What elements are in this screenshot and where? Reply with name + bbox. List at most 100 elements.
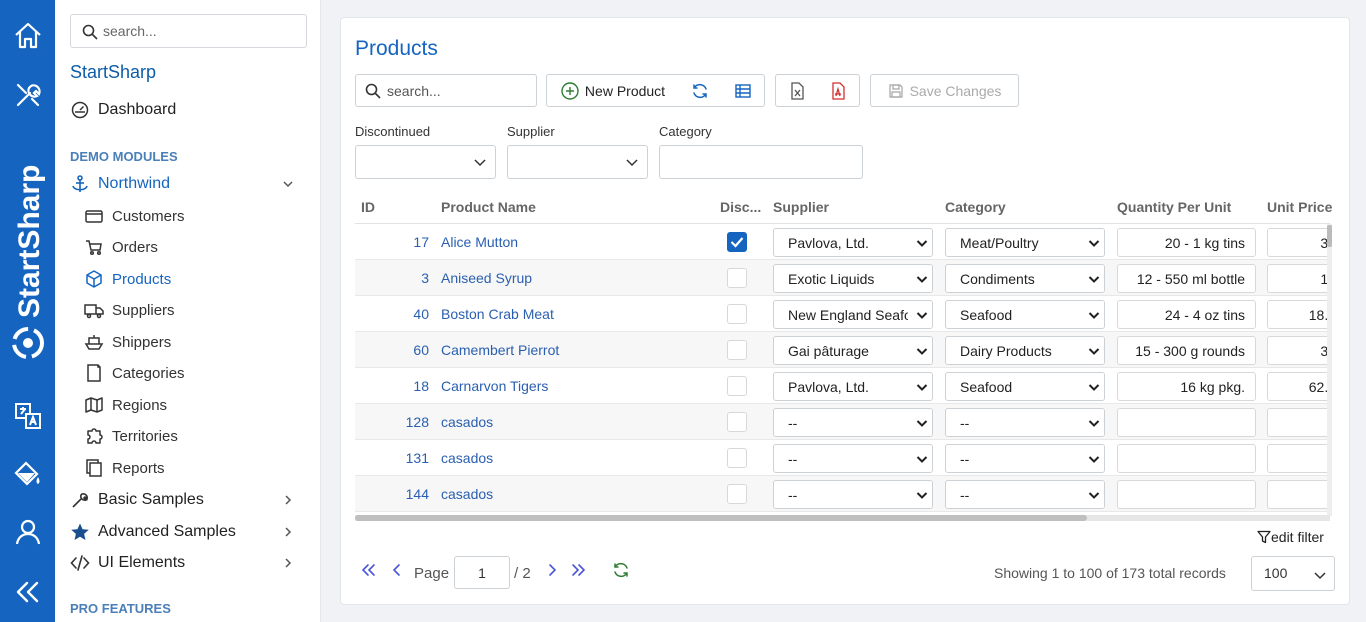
- filter-category-input[interactable]: [659, 145, 863, 179]
- row-category-select[interactable]: Meat/Poultry: [945, 228, 1105, 257]
- row-category-select[interactable]: --: [945, 480, 1105, 509]
- row-quantity-input[interactable]: 12 - 550 ml bottle: [1117, 264, 1256, 293]
- row-product-name-link[interactable]: Aniseed Syrup: [441, 270, 532, 286]
- table-row[interactable]: 128 casados -- --: [355, 404, 1330, 440]
- table-row[interactable]: 40 Boston Crab Meat New England Seafood Ca…: [355, 296, 1330, 332]
- excel-export-button[interactable]: [775, 74, 818, 107]
- row-id[interactable]: 18: [355, 378, 429, 394]
- prev-page-icon[interactable]: [389, 562, 405, 578]
- row-discontinued-checkbox[interactable]: [727, 304, 747, 324]
- table-row[interactable]: 131 casados -- --: [355, 440, 1330, 476]
- row-discontinued-checkbox[interactable]: [727, 484, 747, 504]
- nav-basic-samples[interactable]: Basic Samples: [70, 488, 306, 512]
- row-product-name-link[interactable]: casados: [441, 486, 493, 502]
- sidebar-item-suppliers[interactable]: Suppliers: [84, 299, 175, 321]
- row-category-select[interactable]: Seafood: [945, 300, 1105, 329]
- nav-northwind[interactable]: Northwind: [70, 172, 306, 196]
- row-product-name-link[interactable]: Boston Crab Meat: [441, 306, 554, 322]
- page-number-input[interactable]: 1: [454, 556, 510, 589]
- pdf-export-button[interactable]: [817, 74, 860, 107]
- sidebar-item-orders[interactable]: Orders: [84, 236, 158, 258]
- tools-icon[interactable]: [12, 79, 44, 111]
- row-id[interactable]: 128: [355, 414, 429, 430]
- vertical-scroll-thumb[interactable]: [1327, 225, 1332, 247]
- row-unit-price-input[interactable]: [1267, 408, 1330, 437]
- sidebar-item-categories[interactable]: Categories: [84, 362, 185, 384]
- nav-dashboard[interactable]: Dashboard: [70, 98, 176, 122]
- column-header-category[interactable]: Category: [945, 199, 1006, 215]
- refresh-button[interactable]: [679, 74, 722, 107]
- sidebar-item-products[interactable]: Products: [84, 268, 171, 290]
- nav-ui-elements[interactable]: UI Elements: [70, 551, 306, 575]
- sidebar-item-shippers[interactable]: Shippers: [84, 331, 171, 353]
- last-page-icon[interactable]: [571, 562, 587, 578]
- row-unit-price-input[interactable]: [1267, 444, 1330, 473]
- column-picker-button[interactable]: [721, 74, 765, 107]
- row-id[interactable]: 60: [355, 342, 429, 358]
- sidebar-item-reports[interactable]: Reports: [84, 457, 165, 479]
- row-product-name-link[interactable]: Carnarvon Tigers: [441, 378, 548, 394]
- paint-bucket-icon[interactable]: [12, 458, 44, 490]
- row-discontinued-checkbox[interactable]: [727, 268, 747, 288]
- page-size-select[interactable]: 100: [1251, 556, 1335, 591]
- edit-filter-link[interactable]: edit filter: [1257, 529, 1324, 545]
- translate-icon[interactable]: [12, 400, 44, 432]
- row-id[interactable]: 131: [355, 450, 429, 466]
- row-supplier-select[interactable]: Gai pâturage: [773, 336, 933, 365]
- row-unit-price-input[interactable]: 39: [1267, 228, 1330, 257]
- row-supplier-select[interactable]: --: [773, 444, 933, 473]
- row-category-select[interactable]: Condiments: [945, 264, 1105, 293]
- column-header-unit-price[interactable]: Unit Price: [1267, 199, 1336, 215]
- sidebar-item-regions[interactable]: Regions: [84, 394, 167, 416]
- column-header-discontinued[interactable]: Disc...: [720, 199, 764, 215]
- user-icon[interactable]: [12, 516, 44, 548]
- row-quantity-input[interactable]: [1117, 408, 1256, 437]
- row-discontinued-checkbox[interactable]: [727, 340, 747, 360]
- row-supplier-select[interactable]: Pavlova, Ltd.: [773, 228, 933, 257]
- row-product-name-link[interactable]: casados: [441, 414, 493, 430]
- column-header-product-name[interactable]: Product Name: [441, 199, 536, 215]
- next-page-icon[interactable]: [544, 562, 560, 578]
- row-id[interactable]: 17: [355, 234, 429, 250]
- row-product-name-link[interactable]: casados: [441, 450, 493, 466]
- column-header-id[interactable]: ID: [361, 199, 375, 215]
- row-discontinued-checkbox[interactable]: [727, 376, 747, 396]
- home-icon[interactable]: [12, 20, 44, 52]
- row-discontinued-checkbox[interactable]: [727, 448, 747, 468]
- row-quantity-input[interactable]: 20 - 1 kg tins: [1117, 228, 1256, 257]
- sidebar-search-input[interactable]: [103, 21, 298, 41]
- table-row[interactable]: 3 Aniseed Syrup Exotic Liquids Condiments 12…: [355, 260, 1330, 296]
- collapse-icon[interactable]: [12, 576, 44, 608]
- nav-advanced-samples[interactable]: Advanced Samples: [70, 520, 306, 544]
- save-changes-button[interactable]: Save Changes: [870, 74, 1019, 107]
- filter-discontinued-select[interactable]: [355, 145, 496, 179]
- row-quantity-input[interactable]: [1117, 480, 1256, 509]
- row-quantity-input[interactable]: 16 kg pkg.: [1117, 372, 1256, 401]
- table-row[interactable]: 60 Camembert Pierrot Gai pâturage Dairy Pro…: [355, 332, 1330, 368]
- row-category-select[interactable]: Dairy Products: [945, 336, 1105, 365]
- row-product-name-link[interactable]: Alice Mutton: [441, 234, 518, 250]
- row-discontinued-checkbox[interactable]: [727, 412, 747, 432]
- pager-refresh-icon[interactable]: [612, 561, 630, 579]
- table-row[interactable]: 144 casados -- --: [355, 476, 1330, 512]
- sidebar-item-territories[interactable]: Territories: [84, 425, 178, 447]
- row-quantity-input[interactable]: [1117, 444, 1256, 473]
- row-discontinued-checkbox[interactable]: [727, 232, 747, 252]
- sidebar-brand[interactable]: StartSharp: [70, 62, 156, 83]
- table-row[interactable]: 18 Carnarvon Tigers Pavlova, Ltd. Seafood 16…: [355, 368, 1330, 404]
- row-supplier-select[interactable]: Pavlova, Ltd.: [773, 372, 933, 401]
- filter-supplier-select[interactable]: [507, 145, 648, 179]
- row-id[interactable]: 3: [355, 270, 429, 286]
- first-page-icon[interactable]: [360, 562, 376, 578]
- row-quantity-input[interactable]: 15 - 300 g rounds: [1117, 336, 1256, 365]
- horizontal-scroll-thumb[interactable]: [355, 515, 1087, 521]
- row-supplier-select[interactable]: --: [773, 408, 933, 437]
- column-header-quantity-per-unit[interactable]: Quantity Per Unit: [1117, 199, 1231, 215]
- row-unit-price-input[interactable]: 62.5: [1267, 372, 1330, 401]
- table-row[interactable]: 17 Alice Mutton Pavlova, Ltd. Meat/Poultry 2…: [355, 224, 1330, 260]
- grid-search-input[interactable]: [387, 81, 532, 101]
- row-category-select[interactable]: --: [945, 408, 1105, 437]
- row-quantity-input[interactable]: 24 - 4 oz tins: [1117, 300, 1256, 329]
- vertical-scrollbar[interactable]: [1327, 224, 1332, 516]
- row-id[interactable]: 144: [355, 486, 429, 502]
